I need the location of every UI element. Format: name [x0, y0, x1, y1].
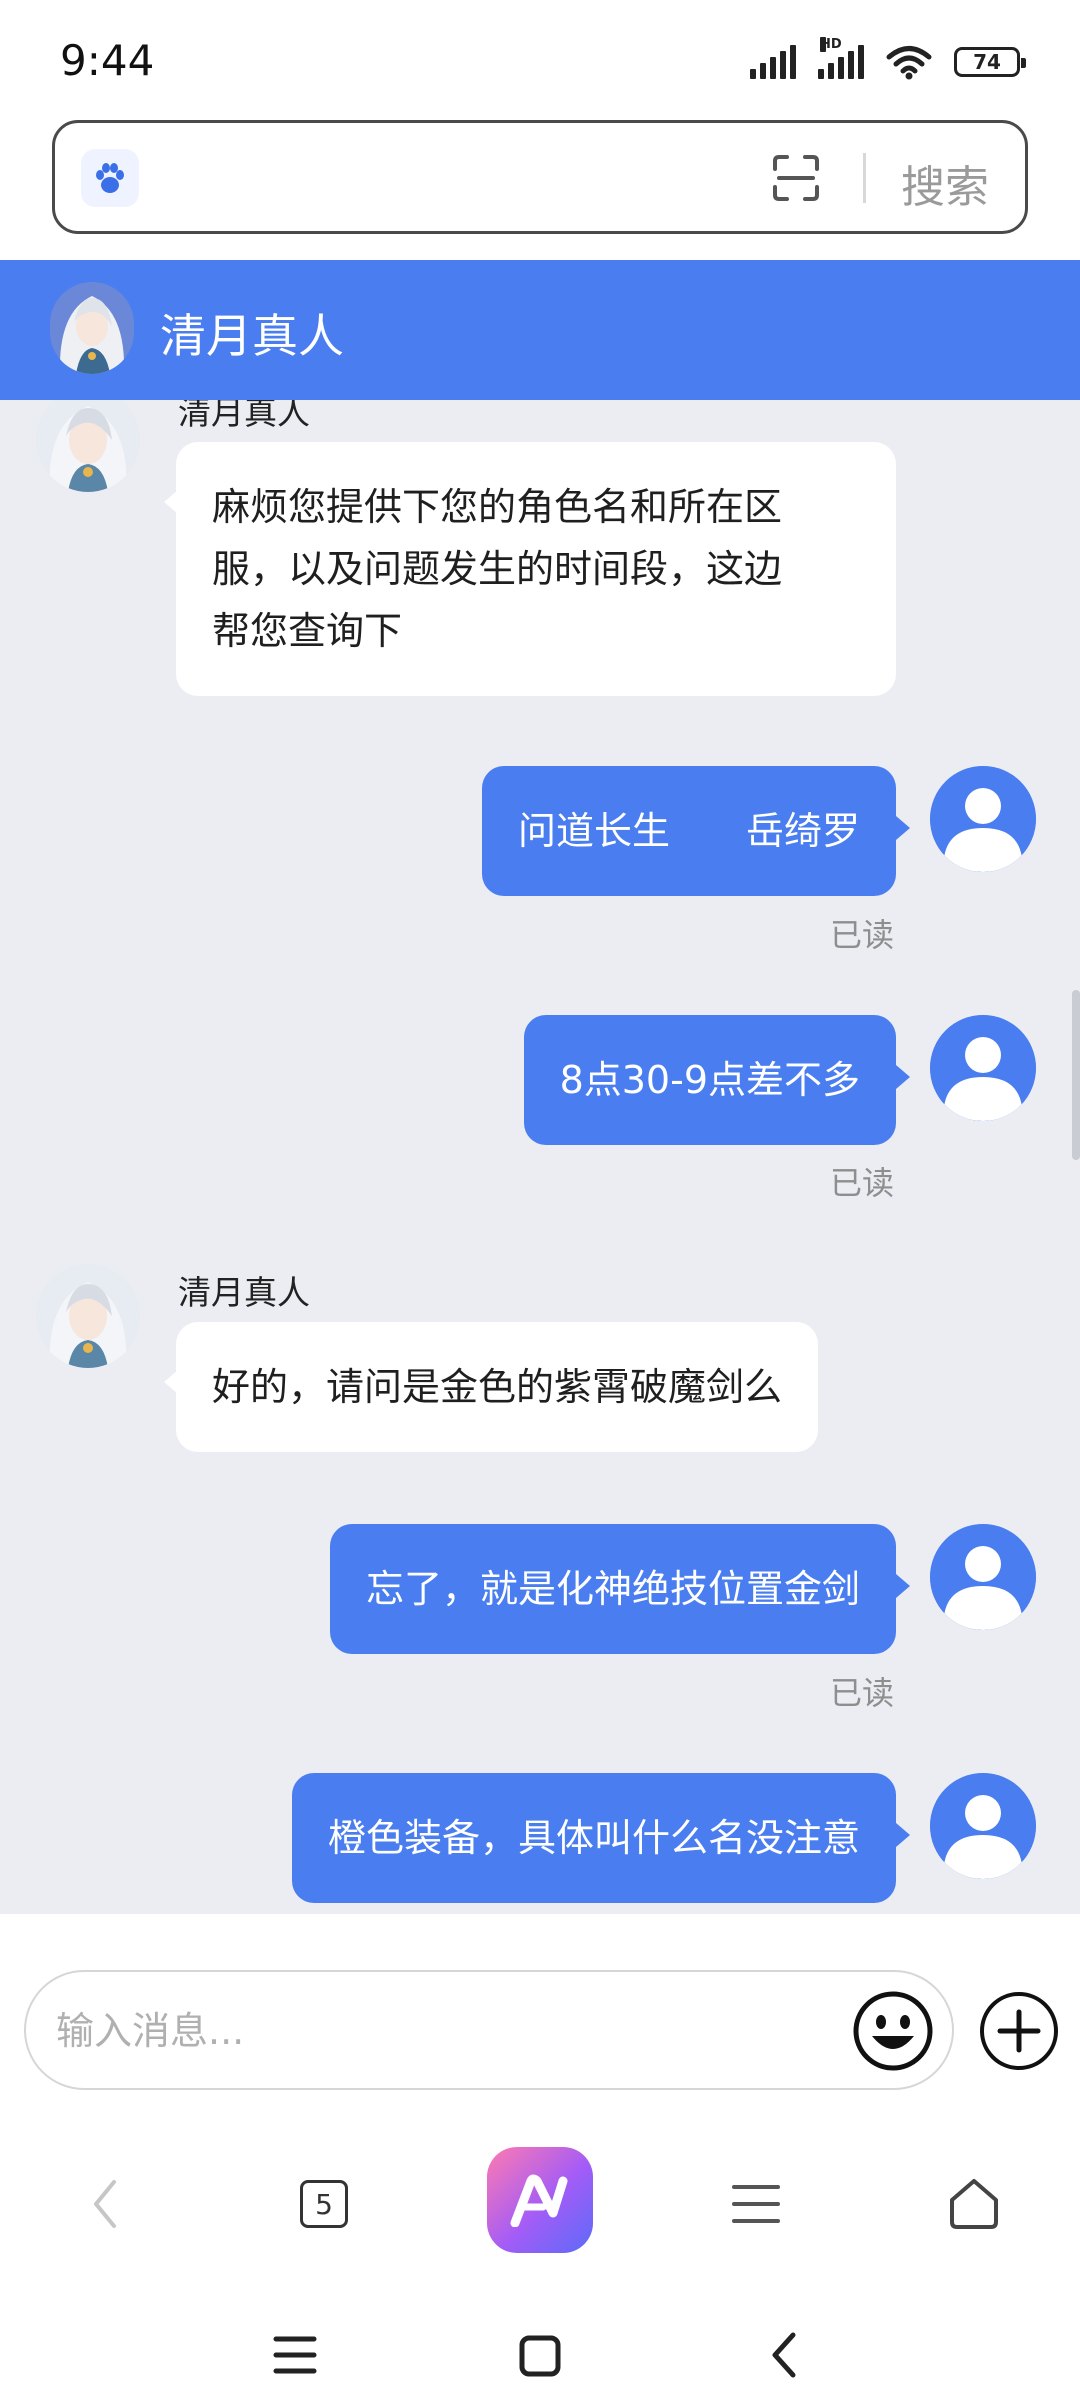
message-bubble[interactable]: 好的，请问是金色的紫霄破魔剑么	[163, 1322, 819, 1452]
menu-icon[interactable]	[726, 2174, 786, 2234]
agent-avatar[interactable]	[36, 400, 140, 492]
message-bubble-user[interactable]: 橙色装备，具体叫什么名没注意	[291, 1773, 911, 1903]
back-chevron-icon[interactable]	[758, 2328, 810, 2382]
user-avatar[interactable]	[930, 1015, 1036, 1121]
chat-header: 清月真人	[0, 260, 1080, 400]
plus-icon[interactable]	[978, 1990, 1060, 2072]
sender-name: 清月真人	[178, 1273, 310, 1312]
message-input[interactable]	[56, 1994, 836, 2068]
message-bubble-user[interactable]: 8点30-9点差不多	[523, 1015, 911, 1145]
cell-signal-icon	[750, 45, 796, 79]
paw-icon[interactable]	[81, 149, 139, 207]
browser-toolbar: 5	[0, 2104, 1080, 2304]
app-logo-icon[interactable]	[486, 2146, 594, 2254]
message-bubble[interactable]: 麻烦您提供下您的角色名和所在区 服，以及问题发生的时间段，这边 帮您查询下	[164, 442, 896, 696]
recent-apps-icon[interactable]	[270, 2330, 320, 2380]
user-avatar[interactable]	[930, 1773, 1036, 1879]
message-bubble-user[interactable]: 忘了，就是化神绝技位置金剑	[329, 1524, 911, 1654]
battery-level: 74	[973, 50, 1001, 74]
status-icons: HD 74	[750, 37, 1026, 80]
message-bubble-user[interactable]: 问道长生 岳绮罗	[481, 766, 911, 896]
back-icon[interactable]	[76, 2174, 136, 2234]
cell-signal-hd-icon: HD	[818, 37, 864, 79]
home-icon[interactable]	[942, 2172, 1006, 2236]
chat-messages[interactable]: 清月真人 麻烦您提供下您的角色名和所在区 服，以及问题发生的时间段，这边 帮您查…	[0, 400, 1080, 1914]
message-line: 麻烦您提供下您的角色名和所在区	[212, 485, 783, 529]
read-status: 已读	[829, 1164, 894, 1202]
scrollbar-thumb[interactable]	[1072, 990, 1080, 1160]
agent-avatar[interactable]	[36, 1264, 140, 1368]
tabs-icon[interactable]: 5	[294, 2174, 354, 2234]
status-time: 9:44	[60, 36, 155, 85]
user-avatar[interactable]	[930, 1524, 1036, 1630]
user-avatar[interactable]	[930, 766, 1036, 872]
message-input-container[interactable]	[24, 1970, 954, 2090]
tabs-count: 5	[300, 2180, 348, 2228]
sender-name: 清月真人	[178, 400, 310, 432]
search-bar[interactable]: 搜索	[52, 120, 1028, 234]
message-line: 服，以及问题发生的时间段，这边	[212, 547, 783, 591]
system-navigation-bar	[0, 2304, 1080, 2403]
scan-icon[interactable]	[771, 153, 821, 203]
read-status: 已读	[829, 916, 894, 954]
search-button[interactable]: 搜索	[901, 151, 989, 215]
read-status: 已读	[829, 1674, 894, 1712]
battery-icon: 74	[954, 47, 1026, 77]
status-bar: 9:44 HD 74	[0, 0, 1080, 120]
search-divider	[863, 153, 866, 203]
agent-avatar[interactable]	[50, 282, 134, 374]
chat-title: 清月真人	[160, 309, 344, 363]
hd-tag: HD	[820, 37, 842, 52]
home-square-icon[interactable]	[514, 2330, 566, 2382]
emoji-icon[interactable]	[852, 1990, 934, 2072]
wifi-icon	[886, 46, 932, 80]
message-line: 帮您查询下	[212, 609, 403, 653]
